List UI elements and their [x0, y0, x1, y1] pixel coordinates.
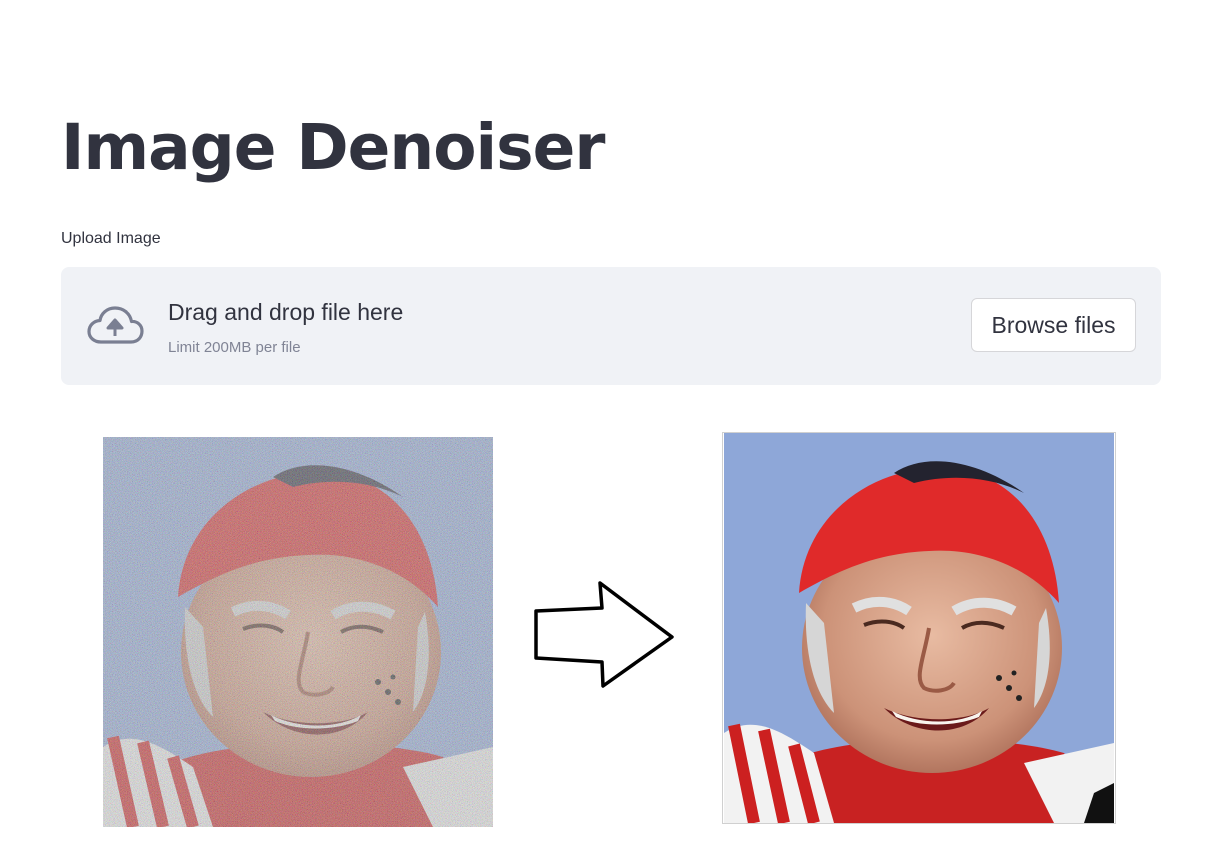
upload-label: Upload Image — [61, 230, 161, 247]
file-dropzone[interactable]: Drag and drop file here Limit 200MB per … — [61, 267, 1161, 385]
right-arrow-icon — [534, 581, 674, 688]
browse-files-button[interactable]: Browse files — [971, 298, 1136, 352]
app-page: Image Denoiser Upload Image Drag and dro… — [0, 0, 1218, 851]
denoised-output-image — [722, 432, 1116, 824]
cloud-upload-icon — [87, 306, 144, 344]
drop-instruction: Drag and drop file here — [168, 299, 404, 325]
file-size-limit: Limit 200MB per file — [168, 339, 301, 356]
noisy-input-image — [103, 437, 493, 827]
page-title: Image Denoiser — [61, 111, 605, 184]
